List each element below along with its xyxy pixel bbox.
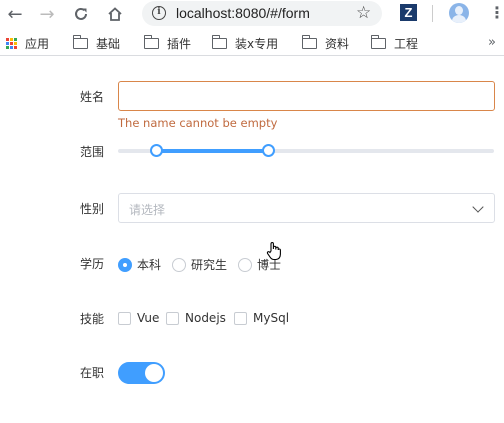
bookmarks-bar: 应用 基础 插件 装x专用 资料 工程 » [0, 30, 504, 56]
toolbar-divider [432, 5, 433, 22]
education-label: 学历 [80, 257, 105, 271]
hand-pointer-cursor-icon [266, 241, 282, 266]
address-url[interactable]: localhost:8080/#/form [176, 5, 310, 21]
profile-avatar-icon[interactable] [449, 3, 469, 23]
range-slider[interactable] [118, 144, 494, 157]
bookmark-folder-plugins[interactable]: 插件 [143, 34, 192, 52]
education-radio-master[interactable]: 研究生 [172, 256, 227, 273]
address-bar[interactable]: i localhost:8080/#/form ☆ [142, 1, 382, 26]
bookmark-label: 插件 [167, 36, 192, 51]
checkbox-unchecked-icon [166, 311, 179, 325]
gender-select-placeholder: 请选择 [129, 203, 166, 217]
folder-icon [370, 34, 386, 49]
folder-icon [143, 34, 159, 49]
bookmark-star-icon[interactable]: ☆ [356, 3, 371, 23]
name-error-message: The name cannot be empty [118, 116, 278, 130]
reload-icon[interactable] [70, 3, 92, 25]
bookmark-apps[interactable]: 应用 [6, 34, 49, 52]
bookmark-label: 应用 [25, 36, 50, 51]
folder-icon [211, 34, 227, 49]
radio-checked-icon [118, 257, 132, 272]
name-label: 姓名 [80, 90, 105, 104]
skill-checkbox-mysql[interactable]: MySql [234, 311, 289, 325]
bookmark-folder-basics[interactable]: 基础 [72, 34, 121, 52]
checkbox-label: MySql [253, 311, 290, 325]
switch-knob [145, 364, 163, 382]
bookmark-label: 装x专用 [235, 36, 279, 51]
form-page: 姓名 The name cannot be empty 范围 性别 请选择 学历… [0, 57, 504, 423]
skill-checkbox-vue[interactable]: Vue [118, 311, 159, 325]
back-arrow-icon[interactable]: ← [4, 3, 26, 25]
bookmark-label: 基础 [96, 36, 121, 51]
skill-checkbox-nodejs[interactable]: Nodejs [166, 311, 226, 325]
gender-select[interactable]: 请选择 [118, 193, 495, 223]
bookmark-label: 资料 [325, 36, 350, 51]
skills-label: 技能 [80, 312, 105, 326]
forward-arrow-icon[interactable]: → [36, 3, 58, 25]
bookmarks-overflow-icon[interactable]: » [488, 35, 496, 50]
menu-kebab-icon[interactable]: ⋮ [489, 3, 504, 23]
range-slider-handle-high[interactable] [262, 144, 276, 157]
name-input[interactable] [118, 81, 495, 111]
radio-label: 研究生 [191, 258, 228, 272]
education-radio-bachelor[interactable]: 本科 [118, 256, 161, 273]
chevron-down-icon [472, 201, 484, 213]
radio-unchecked-icon [172, 257, 186, 272]
checkbox-label: Nodejs [185, 311, 226, 325]
range-slider-handle-low[interactable] [149, 144, 163, 157]
extension-z-icon[interactable]: Z [400, 4, 417, 21]
bookmark-folder-resources[interactable]: 资料 [301, 34, 350, 52]
gender-label: 性别 [80, 202, 105, 216]
checkbox-unchecked-icon [234, 311, 247, 325]
bookmark-folder-special[interactable]: 装x专用 [211, 34, 279, 52]
bookmark-folder-projects[interactable]: 工程 [370, 34, 419, 52]
folder-icon [72, 34, 88, 49]
apps-grid-icon [6, 37, 17, 49]
home-icon[interactable] [104, 3, 126, 25]
checkbox-unchecked-icon [118, 311, 131, 325]
browser-toolbar: ← → i localhost:8080/#/form ☆ Z ⋮ [0, 0, 504, 28]
range-label: 范围 [80, 145, 105, 159]
employed-label: 在职 [80, 366, 105, 380]
info-icon[interactable]: i [152, 6, 166, 20]
range-slider-fill [155, 149, 269, 153]
radio-label: 本科 [137, 258, 162, 272]
bookmark-label: 工程 [394, 36, 419, 51]
checkbox-label: Vue [137, 311, 160, 325]
employed-switch[interactable] [118, 362, 165, 384]
radio-unchecked-icon [238, 257, 252, 272]
folder-icon [301, 34, 317, 49]
